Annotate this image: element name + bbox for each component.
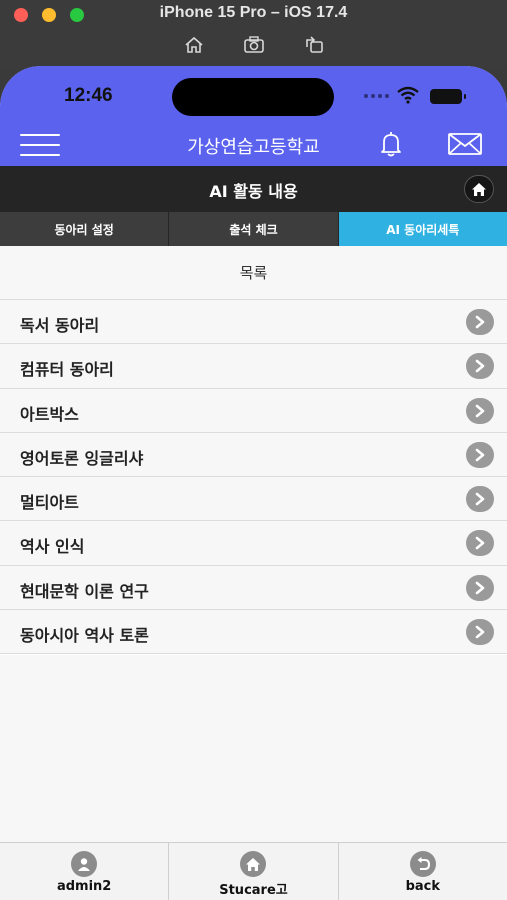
content-background xyxy=(0,655,507,842)
list-item[interactable]: 아트박스 xyxy=(0,388,507,433)
chevron-right-icon[interactable] xyxy=(466,530,494,557)
chevron-right-icon[interactable] xyxy=(466,353,494,380)
bell-icon[interactable] xyxy=(376,130,406,158)
chevron-right-icon[interactable] xyxy=(466,619,494,646)
window-title: iPhone 15 Pro – iOS 17.4 xyxy=(159,4,348,21)
list-item[interactable]: 현대문학 이론 연구 xyxy=(0,565,507,611)
chevron-right-icon[interactable] xyxy=(466,486,494,513)
list-item[interactable]: 컴퓨터 동아리 xyxy=(0,344,507,389)
bottom-nav-home[interactable]: Stucare고 xyxy=(169,843,339,900)
list-item-label: 독서 동아리 xyxy=(20,316,100,335)
tab-attendance-check[interactable]: 출석 체크 xyxy=(169,212,339,246)
list-item[interactable]: 멀티아트 xyxy=(0,477,507,522)
club-list: 독서 동아리컴퓨터 동아리아트박스영어토론 잉글리샤멀티아트역사 인식현대문학 … xyxy=(0,300,507,655)
home-icon[interactable] xyxy=(182,34,206,56)
list-item-label: 동아시아 역사 토론 xyxy=(20,626,149,646)
chevron-right-icon[interactable] xyxy=(466,441,494,468)
list-item[interactable]: 영어토론 잉글리샤 xyxy=(0,432,507,478)
app-header: 가상연습고등학교 xyxy=(0,124,507,166)
list-item[interactable]: 동아시아 역사 토론 xyxy=(0,610,507,655)
app-title: 가상연습고등학교 xyxy=(187,137,320,158)
list-item-label: 컴퓨터 동아리 xyxy=(20,360,114,380)
section-title: AI 활동 내용 xyxy=(209,182,298,201)
home-button[interactable] xyxy=(464,175,494,203)
list-header: 목록 xyxy=(0,246,507,300)
status-time: 12:46 xyxy=(64,85,113,106)
bottom-nav: admin2 Stucare고 back xyxy=(0,842,507,900)
list-item[interactable]: 독서 동아리 xyxy=(0,300,507,345)
tab-ai-club-record[interactable]: AI 동아리세특 xyxy=(338,212,507,246)
rotate-icon[interactable] xyxy=(302,34,326,56)
bottom-nav-user[interactable]: admin2 xyxy=(0,843,170,900)
list-item-label: 역사 인식 xyxy=(20,537,85,557)
chevron-right-icon[interactable] xyxy=(466,397,494,424)
simulator-toolbar xyxy=(0,34,507,56)
list-item-label: 영어토론 잉글리샤 xyxy=(20,448,144,468)
list-item[interactable]: 역사 인식 xyxy=(0,521,507,566)
list-item-label: 현대문학 이론 연구 xyxy=(20,581,149,601)
tab-bar: 동아리 설정 출석 체크 AI 동아리세특 xyxy=(0,212,507,246)
bottom-nav-home-label: Stucare고 xyxy=(219,883,288,898)
section-header: AI 활동 내용 xyxy=(0,166,507,212)
bottom-nav-back[interactable]: back xyxy=(339,843,507,900)
list-item-label: 멀티아트 xyxy=(20,493,79,513)
user-icon xyxy=(71,851,98,877)
home-icon xyxy=(472,182,486,196)
back-icon xyxy=(409,851,436,877)
dynamic-island xyxy=(172,78,334,116)
mail-icon[interactable] xyxy=(447,131,483,157)
status-bar: 12:46 xyxy=(0,66,507,124)
chevron-right-icon[interactable] xyxy=(466,309,494,335)
bottom-nav-back-label: back xyxy=(405,879,441,894)
list-item-label: 아트박스 xyxy=(20,404,79,424)
phone-screen: 12:46 가상연습고등학교 AI 활동 내용 동아리 설정 출석 체크 AI … xyxy=(0,66,507,900)
bottom-nav-user-label: admin2 xyxy=(56,879,112,894)
tab-club-settings[interactable]: 동아리 설정 xyxy=(0,212,170,246)
simulator-window-chrome: iPhone 15 Pro – iOS 17.4 xyxy=(0,0,507,68)
phone-device: 12:46 가상연습고등학교 AI 활동 내용 동아리 설정 출석 체크 AI … xyxy=(0,66,507,900)
wifi-icon xyxy=(397,86,419,104)
home-icon xyxy=(240,851,267,877)
battery-icon xyxy=(430,89,466,104)
cellular-signal-icon xyxy=(364,94,389,98)
camera-icon[interactable] xyxy=(242,34,266,56)
chevron-right-icon[interactable] xyxy=(466,574,494,601)
